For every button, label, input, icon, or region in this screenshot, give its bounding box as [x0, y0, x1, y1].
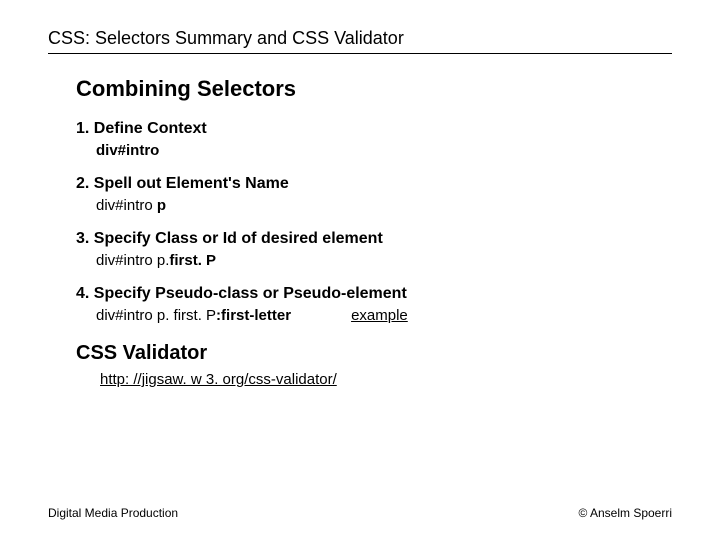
validator-url-link[interactable]: http: //jigsaw. w 3. org/css-validator/ [100, 371, 672, 388]
slide-title: CSS: Selectors Summary and CSS Validator [48, 28, 672, 54]
slide-page: CSS: Selectors Summary and CSS Validator… [0, 0, 720, 540]
step-4-prefix: div#intro p. first. P [96, 307, 216, 324]
step-1-code: div#intro [96, 142, 672, 159]
step-1: 1. Define Context div#intro [76, 120, 672, 159]
heading-css-validator: CSS Validator [76, 342, 672, 365]
step-2-prefix: div#intro [96, 197, 157, 214]
step-2-title: 2. Spell out Element's Name [76, 175, 672, 193]
footer-right: © Anselm Spoerri [578, 506, 672, 520]
step-3-title: 3. Specify Class or Id of desired elemen… [76, 230, 672, 248]
step-1-title: 1. Define Context [76, 120, 672, 138]
step-4-title: 4. Specify Pseudo-class or Pseudo-elemen… [76, 285, 672, 303]
step-3: 3. Specify Class or Id of desired elemen… [76, 230, 672, 269]
heading-combining-selectors: Combining Selectors [76, 76, 672, 102]
example-link[interactable]: example [351, 307, 408, 324]
step-4: 4. Specify Pseudo-class or Pseudo-elemen… [76, 285, 672, 324]
footer: Digital Media Production © Anselm Spoerr… [48, 506, 672, 520]
step-3-bold: first. P [169, 252, 216, 269]
step-2: 2. Spell out Element's Name div#intro p [76, 175, 672, 214]
footer-left: Digital Media Production [48, 506, 178, 520]
step-4-bold: :first-letter [216, 307, 291, 324]
step-3-code: div#intro p.first. P [96, 252, 672, 269]
step-2-code: div#intro p [96, 197, 672, 214]
step-2-bold: p [157, 197, 166, 214]
step-3-prefix: div#intro p. [96, 252, 169, 269]
step-4-code: div#intro p. first. P:first-letter examp… [96, 307, 672, 324]
